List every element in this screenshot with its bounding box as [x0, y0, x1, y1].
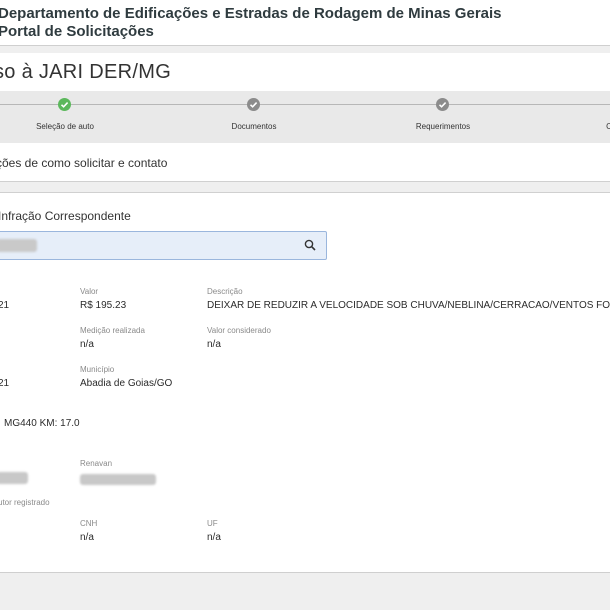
step-1-check-icon	[58, 98, 71, 111]
descricao-label: Descrição	[207, 287, 243, 296]
cnh-value: n/a	[80, 532, 94, 543]
valor-considerado-label: Valor considerado	[207, 326, 271, 335]
condutor-label: utor registrado	[0, 498, 50, 507]
medicao-value: n/a	[80, 339, 94, 350]
search-icon[interactable]	[304, 238, 316, 256]
stepper-line	[0, 104, 610, 105]
valor-value: R$ 195.23	[80, 300, 127, 311]
infraction-section-title: Infração Correspondente	[0, 209, 131, 223]
renavan-label: Renavan	[80, 459, 113, 468]
cnh-label: CNH	[80, 519, 98, 528]
municipio-label: Município	[80, 365, 115, 374]
progress-stepper: Seleção de auto Documentos Requerimentos…	[0, 91, 610, 144]
uf-label: UF	[207, 519, 218, 528]
redacted-renavan	[80, 474, 156, 485]
instructions-bar[interactable]: ções de como solicitar e contato	[0, 143, 610, 182]
step-3-label[interactable]: Requerimentos	[416, 122, 470, 131]
step-2-check-icon	[247, 98, 260, 111]
header-portal-name: Portal de Solicitações	[0, 23, 154, 40]
step-3-check-icon	[436, 98, 449, 111]
redacted-plate	[0, 472, 28, 484]
page-title-bar: so à JARI DER/MG	[0, 53, 610, 92]
site-header: Departamento de Edificações e Estradas d…	[0, 0, 610, 46]
local-value: MG440 KM: 17.0	[4, 418, 80, 429]
step-1-label[interactable]: Seleção de auto	[36, 122, 94, 131]
valor-considerado-value: n/a	[207, 339, 221, 350]
infraction-time-value: 21	[0, 378, 10, 389]
infraction-search-input[interactable]	[0, 231, 327, 260]
municipio-value: Abadia de Goias/GO	[80, 378, 173, 389]
header-org-name: Departamento de Edificações e Estradas d…	[0, 5, 502, 22]
medicao-label: Medição realizada	[80, 326, 145, 335]
step-4-label[interactable]: C	[606, 122, 610, 131]
redacted-search-value	[0, 239, 37, 252]
instructions-link[interactable]: ções de como solicitar e contato	[0, 156, 167, 170]
uf-value: n/a	[207, 532, 221, 543]
valor-label: Valor	[80, 287, 99, 296]
infraction-card: Infração Correspondente 21 Valor R$ 195.…	[0, 192, 610, 573]
infraction-date-value: 21	[0, 300, 10, 311]
step-2-label[interactable]: Documentos	[232, 122, 277, 131]
descricao-value: DEIXAR DE REDUZIR A VELOCIDADE SOB CHUVA…	[207, 300, 610, 311]
page-title: so à JARI DER/MG	[0, 61, 172, 83]
